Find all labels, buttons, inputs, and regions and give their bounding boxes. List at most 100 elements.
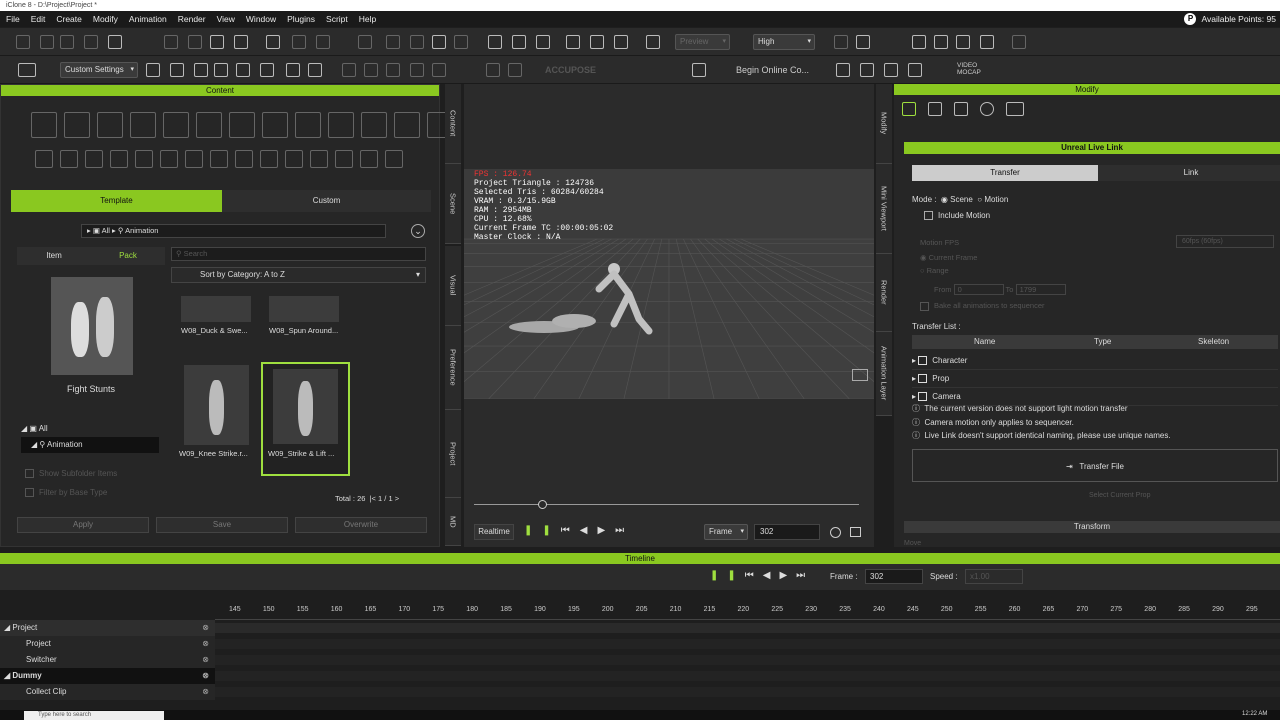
comment-icon[interactable] [852, 369, 868, 381]
item-thumb-0[interactable] [181, 296, 251, 322]
menu-view[interactable]: View [217, 14, 235, 24]
accupose-label[interactable]: ACCUPOSE [545, 65, 596, 75]
toolbar-icon-12[interactable] [432, 63, 446, 77]
category-icon[interactable] [229, 112, 255, 138]
quality-select[interactable]: High ▾ [753, 34, 815, 50]
sidetab-md[interactable]: MD [445, 498, 461, 546]
preview-select[interactable]: Preview ▾ [675, 34, 730, 50]
toolbar-icon-6[interactable] [286, 63, 300, 77]
toolbar-icon-25[interactable] [856, 35, 870, 49]
range-radio[interactable]: ○ Range [920, 266, 949, 275]
video-mocap-button[interactable]: VIDEO MOCAP [957, 62, 987, 76]
toolbar-icon-27[interactable] [934, 35, 948, 49]
item-thumb-3-selected[interactable] [261, 362, 350, 476]
timeline-ruler[interactable]: 145 150 155 160 165 170 175 180 185 190 195 200 205 2… [215, 606, 1280, 620]
menu-file[interactable]: File [6, 14, 20, 24]
category-icon[interactable] [210, 150, 228, 168]
toolbar-icon-2[interactable] [194, 63, 208, 77]
menu-script[interactable]: Script [326, 14, 348, 24]
rightsidetab-3[interactable]: Animation Layer [876, 332, 892, 416]
bake-checkbox[interactable]: Bake all animations to sequencer [920, 301, 1044, 311]
category-icon[interactable] [360, 150, 378, 168]
apply-button[interactable]: Apply [17, 517, 149, 533]
category-icon[interactable] [31, 112, 57, 138]
toolbar-icon-1[interactable] [170, 63, 184, 77]
category-icon[interactable] [135, 150, 153, 168]
toolbar-icon-23[interactable] [646, 35, 660, 49]
category-icon[interactable] [64, 112, 90, 138]
toolbar-icon-15[interactable] [432, 35, 446, 49]
item-label-3[interactable]: W09_Strike & Lift ... [268, 449, 334, 458]
category-icon[interactable] [394, 112, 420, 138]
toolbar-icon-7[interactable] [308, 63, 322, 77]
checker-icon[interactable] [954, 102, 968, 116]
slider-handle[interactable] [538, 500, 547, 509]
speed-select[interactable]: x1.00 [965, 569, 1023, 584]
toolbar-icon-7[interactable] [210, 35, 224, 49]
range-inputs[interactable]: From 0 To 1799 [934, 284, 1066, 295]
toolbar-icon-6[interactable] [188, 35, 202, 49]
sort-select[interactable]: Sort by Category: A to Z ▾ [171, 267, 426, 283]
toolbar-icon-0[interactable] [146, 63, 160, 77]
include-motion-checkbox[interactable]: Include Motion [924, 211, 990, 221]
toolbar-icon-2[interactable] [60, 35, 74, 49]
menu-edit[interactable]: Edit [31, 14, 46, 24]
expand-icon[interactable]: ⌄ [411, 224, 425, 238]
menu-help[interactable]: Help [359, 14, 376, 24]
category-icon[interactable] [285, 150, 303, 168]
category-icon[interactable] [295, 112, 321, 138]
rightsidetab-1[interactable]: Mini Viewport [876, 164, 892, 254]
fps-select[interactable]: 60fps (60fps) [1176, 235, 1274, 248]
settings-gear-icon[interactable] [830, 527, 841, 538]
category-icon[interactable] [163, 112, 189, 138]
taskbar-search[interactable]: Type here to search [24, 711, 164, 720]
tree-item-animation[interactable]: ◢ ⚲ Animation [21, 437, 159, 453]
category-icon[interactable] [130, 112, 156, 138]
timeline-frame-input[interactable]: 302 [865, 569, 923, 584]
overwrite-button[interactable]: Overwrite [295, 517, 427, 533]
track-project[interactable]: ◢ Project ⊗ [0, 620, 215, 636]
category-icon[interactable] [97, 112, 123, 138]
menu-plugins[interactable]: Plugins [287, 14, 315, 24]
gear-icon[interactable] [980, 102, 994, 116]
tree-item-all[interactable]: ◢ ▣ All [21, 421, 159, 437]
track-lane[interactable] [215, 687, 1280, 697]
toolbar-icon-26[interactable] [912, 35, 926, 49]
toolbar-icon-14[interactable] [410, 35, 424, 49]
toolbar-icon-18[interactable] [512, 35, 526, 49]
pack-thumbnail[interactable] [51, 277, 133, 375]
category-icon[interactable] [335, 150, 353, 168]
available-points[interactable]: P Available Points: 95 [1184, 11, 1276, 27]
frame-input[interactable]: 302 [754, 524, 820, 540]
transfer-row[interactable]: ▸ Character [912, 352, 1278, 370]
toolbar-icon-3[interactable] [214, 63, 228, 77]
toolbar-icon-9[interactable] [266, 35, 280, 49]
category-icon[interactable] [310, 150, 328, 168]
category-icon[interactable] [85, 150, 103, 168]
sidetab-content[interactable]: Content [445, 84, 461, 164]
toolbar-icon-21[interactable] [590, 35, 604, 49]
category-icon[interactable] [185, 150, 203, 168]
mode-row[interactable]: Mode : ◉ Scene ○ Motion [912, 195, 1008, 204]
toolbar-icon-4[interactable] [236, 63, 250, 77]
track-lane[interactable] [215, 671, 1280, 681]
tab-custom[interactable]: Custom [222, 190, 431, 212]
show-subfolder-checkbox[interactable]: Show Subfolder Items [25, 469, 117, 479]
toolbar-icon-5[interactable] [164, 35, 178, 49]
toolbar-icon-1[interactable] [40, 35, 54, 49]
toolbar-icon-22[interactable] [614, 35, 628, 49]
toolbar-icon-3[interactable] [84, 35, 98, 49]
toolbar-icon-8[interactable] [234, 35, 248, 49]
toolbar-icon-11[interactable] [316, 35, 330, 49]
category-icon[interactable] [385, 150, 403, 168]
toolbar-icon-17[interactable] [488, 35, 502, 49]
playback-slider[interactable] [474, 504, 859, 505]
transfer-file-button[interactable]: ⇥ Transfer File [912, 449, 1278, 482]
item-thumb-2[interactable] [184, 365, 249, 445]
item-thumb-1[interactable] [269, 296, 339, 322]
toolbar-icon-10[interactable] [386, 63, 400, 77]
track-project[interactable]: Project ⊗ [0, 636, 215, 652]
toolbar-icon-13[interactable] [386, 35, 400, 49]
category-icon[interactable] [260, 150, 278, 168]
md-icon[interactable] [1006, 102, 1024, 116]
